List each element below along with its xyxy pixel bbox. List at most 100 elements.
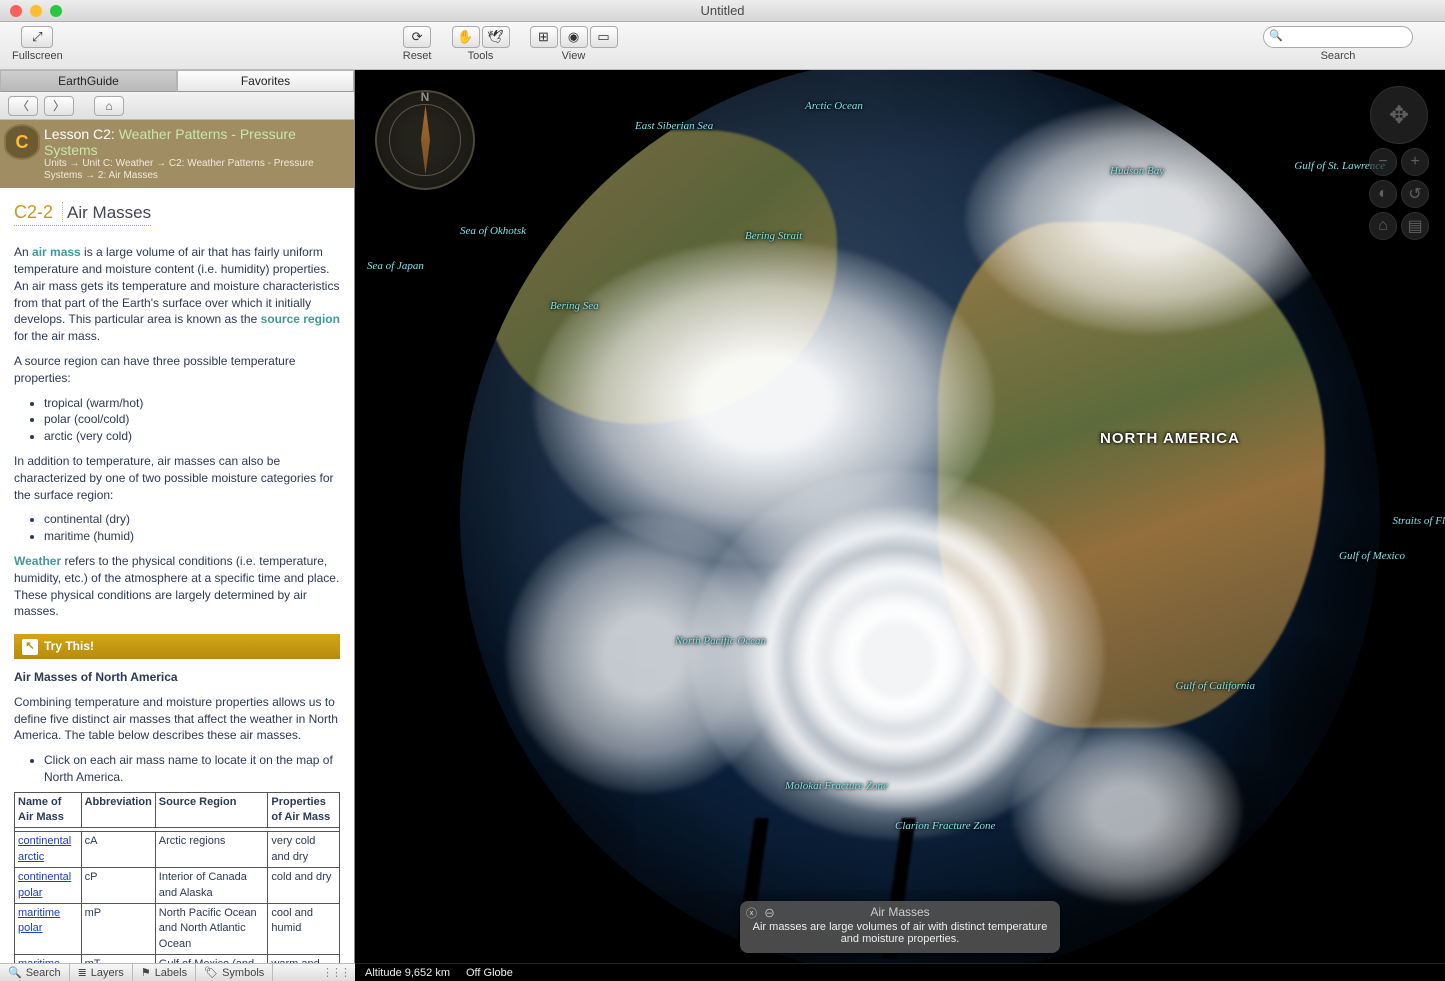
moisture-list: continental (dry) maritime (humid) (44, 511, 340, 545)
home-button[interactable]: ⌂ (94, 96, 124, 116)
tilt-button[interactable]: ◐ (1369, 180, 1397, 208)
view-flat-button[interactable]: ▭ (590, 26, 618, 48)
weather-paragraph: Weather refers to the physical condition… (14, 553, 340, 620)
search-label: Search (1321, 50, 1356, 62)
shadow-streak (1287, 878, 1312, 958)
shadow-streak (1221, 858, 1249, 958)
search-icon: 🔍 (8, 966, 22, 979)
unit-badge-icon: C (4, 124, 40, 160)
geo-label: Gulf of Mexico (1339, 550, 1405, 562)
forward-button[interactable]: 〉 (44, 96, 74, 116)
airmass-link[interactable]: maritime polar (18, 907, 60, 934)
pan-pad[interactable] (1370, 86, 1428, 144)
fullscreen-label: Fullscreen (12, 50, 63, 62)
geo-label: Bering Strait (745, 230, 802, 242)
view-label: View (562, 50, 586, 62)
window-title: Untitled (700, 3, 744, 18)
footer-symbols-button[interactable]: 🏷Symbols (196, 964, 273, 981)
globe-viewport[interactable]: Arctic Ocean East Siberian Sea Bering St… (355, 70, 1445, 963)
tab-favorites[interactable]: Favorites (177, 70, 354, 92)
table-row: continental arcticcAArctic regionsvery c… (15, 832, 340, 868)
tab-earthguide[interactable]: EarthGuide (0, 70, 177, 92)
table-header: Properties of Air Mass (268, 792, 340, 828)
layers-icon: ≣ (78, 966, 87, 979)
intro-paragraph: An air mass is a large volume of air tha… (14, 244, 340, 345)
cloud-layer (966, 103, 1334, 333)
close-window-icon[interactable] (10, 5, 22, 17)
geo-label: Gulf of California (1176, 680, 1255, 692)
zoom-in-button[interactable]: + (1401, 148, 1429, 176)
list-item: tropical (warm/hot) (44, 395, 340, 412)
sidebar-footer: 🔍Search ≣Layers ⚑Labels 🏷Symbols ⋮⋮⋮ (0, 963, 355, 981)
minimize-window-icon[interactable] (30, 5, 42, 17)
subheading: Air Masses of North America (14, 669, 340, 686)
popup-close-button[interactable]: ⓧ ⊖ (746, 905, 777, 921)
content-pane[interactable]: C2-2 Air Masses An air mass is a large v… (0, 188, 354, 963)
reset-button[interactable]: ⟳ (403, 26, 431, 48)
cloud-layer (1012, 719, 1242, 903)
temp-intro: A source region can have three possible … (14, 353, 340, 387)
info-popup: ⓧ ⊖ Air Masses Air masses are large volu… (740, 901, 1060, 953)
breadcrumb: Units → Unit C: Weather → C2: Weather Pa… (44, 158, 346, 182)
airmass-link[interactable]: continental arctic (18, 835, 71, 862)
geo-label: East Siberian Sea (635, 120, 713, 132)
zoom-out-button[interactable]: − (1369, 148, 1397, 176)
moisture-intro: In addition to temperature, air masses c… (14, 453, 340, 503)
navigation-controls: − + ◐ ↺ ⌂ ▤ (1369, 86, 1429, 240)
geo-label: Sea of Japan (367, 260, 424, 272)
try-this-bar: Try This! (14, 634, 340, 659)
back-button[interactable]: 〈 (8, 96, 38, 116)
table-row: maritime polarmPNorth Pacific Ocean and … (15, 904, 340, 955)
main-toolbar: ⤢ Fullscreen ⟳ Reset ✋ 🕊 Tools ⊞ ◉ ▭ Vie… (0, 22, 1445, 70)
geo-label: Sea of Okhotsk (460, 225, 526, 237)
list-item: continental (dry) (44, 511, 340, 528)
list-item: Click on each air mass name to locate it… (44, 752, 340, 786)
view-globe-button[interactable]: ◉ (560, 26, 588, 48)
geo-label: Hudson Bay (1110, 165, 1164, 177)
table-header: Source Region (155, 792, 268, 828)
geo-label-continent: NORTH AMERICA (1100, 430, 1240, 447)
sidebar: EarthGuide Favorites 〈 〉 ⌂ C Lesson C2: … (0, 70, 355, 963)
popup-body: Air masses are large volumes of air with… (750, 921, 1050, 945)
table-row: continental polarcPInterior of Canada an… (15, 868, 340, 904)
window-titlebar: Untitled (0, 0, 1445, 22)
list-item: maritime (humid) (44, 528, 340, 545)
resize-grip-icon[interactable]: ⋮⋮⋮ (316, 966, 355, 979)
table-header: Name of Air Mass (15, 792, 82, 828)
reset-label: Reset (403, 50, 432, 62)
pan-tool-button[interactable]: ✋ (452, 26, 480, 48)
geo-label: Molokai Fracture Zone (785, 780, 888, 792)
home-view-button[interactable]: ⌂ (1369, 212, 1397, 240)
airmass-table: Name of Air Mass Abbreviation Source Reg… (14, 792, 340, 963)
section-heading: C2-2 Air Masses (14, 200, 151, 226)
hint-list: Click on each air mass name to locate it… (44, 752, 340, 786)
popup-title: ⓧ ⊖ Air Masses (750, 905, 1050, 919)
geo-label: Straits of Fl (1392, 515, 1445, 527)
compass-icon[interactable] (375, 90, 475, 190)
reset-north-button[interactable]: ↺ (1401, 180, 1429, 208)
footer-search-button[interactable]: 🔍Search (0, 964, 70, 981)
list-item: polar (cool/cold) (44, 411, 340, 428)
fullscreen-button[interactable]: ⤢ (21, 26, 53, 48)
airmass-link[interactable]: maritime tropical (18, 958, 60, 963)
geo-label: North Pacific Ocean (675, 635, 766, 647)
view-grid-button[interactable]: ⊞ (530, 26, 558, 48)
airmass-link[interactable]: continental polar (18, 871, 71, 898)
footer-labels-button[interactable]: ⚑Labels (133, 964, 196, 981)
geo-label: Bering Sea (550, 300, 599, 312)
temperature-list: tropical (warm/hot) polar (cool/cold) ar… (44, 395, 340, 445)
geo-label: Clarion Fracture Zone (895, 820, 995, 832)
globe-status-bar: Altitude 9,652 km Off Globe (355, 963, 1445, 981)
tools-label: Tools (468, 50, 494, 62)
layers-3d-button[interactable]: ▤ (1401, 212, 1429, 240)
tag-icon: 🏷 (204, 966, 218, 979)
cloud-layer (506, 517, 782, 793)
footer-layers-button[interactable]: ≣Layers (70, 964, 133, 981)
zoom-window-icon[interactable] (50, 5, 62, 17)
toolbar-search-input[interactable] (1263, 26, 1413, 48)
list-item: arctic (very cold) (44, 428, 340, 445)
table-row: maritime tropicalmTGulf of Mexico (and e… (15, 955, 340, 963)
lesson-header: C Lesson C2: Weather Patterns - Pressure… (0, 120, 354, 188)
position-readout: Off Globe (466, 967, 513, 979)
fly-tool-button[interactable]: 🕊 (482, 26, 510, 48)
